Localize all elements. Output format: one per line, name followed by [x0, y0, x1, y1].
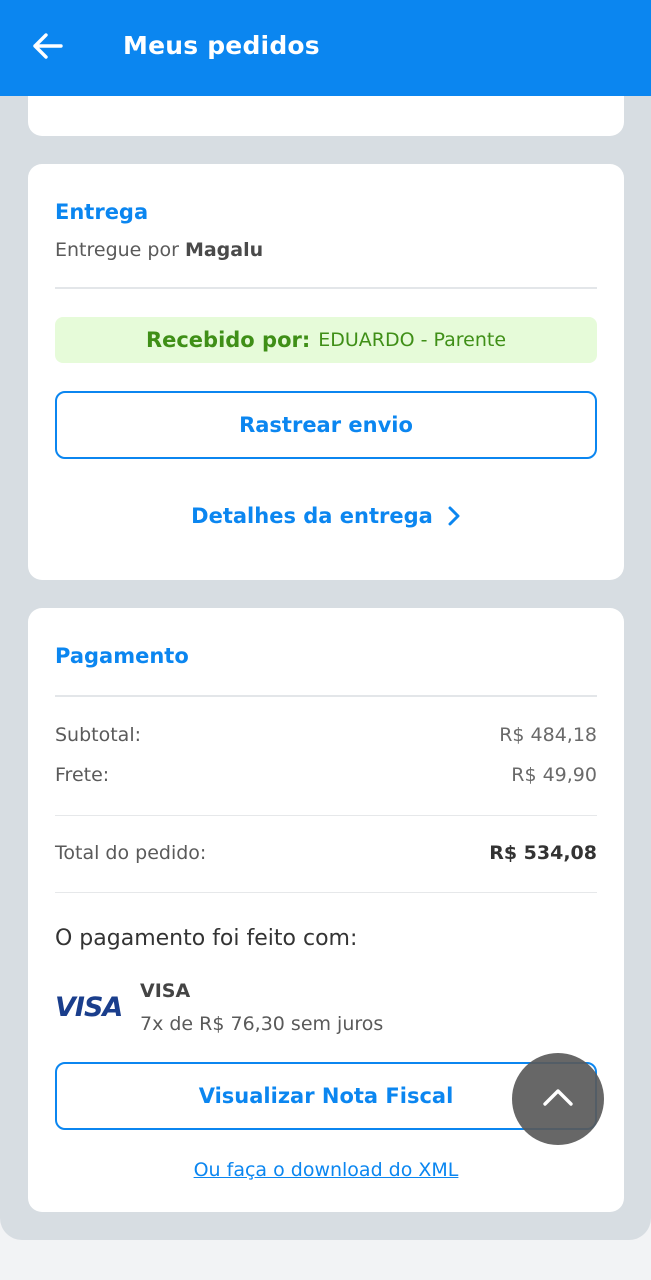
received-by-value: EDUARDO - Parente — [318, 329, 507, 351]
shipping-value: R$ 49,90 — [511, 764, 597, 786]
delivery-card: Entrega Entregue por Magalu Recebido por… — [28, 164, 624, 580]
divider — [55, 892, 597, 893]
app-bar: Meus pedidos — [0, 0, 651, 96]
order-details-screen: Meus pedidos Entrega Entregue por Magalu… — [0, 0, 651, 1280]
subtotal-row: Subtotal: R$ 484,18 — [55, 724, 597, 746]
delivery-details-link[interactable]: Detalhes da entrega — [28, 504, 624, 528]
chevron-up-icon — [541, 1086, 575, 1112]
total-label: Total do pedido: — [55, 842, 207, 864]
paid-with-heading: O pagamento foi feito com: — [55, 926, 358, 951]
view-invoice-label: Visualizar Nota Fiscal — [198, 1084, 454, 1108]
page-title: Meus pedidos — [123, 31, 320, 60]
track-shipment-label: Rastrear envio — [239, 413, 413, 437]
subtotal-label: Subtotal: — [55, 724, 142, 746]
shipping-label: Frete: — [55, 764, 110, 786]
divider — [55, 287, 597, 289]
installments-text: 7x de R$ 76,30 sem juros — [140, 1013, 384, 1035]
payment-title: Pagamento — [55, 644, 189, 668]
track-shipment-button[interactable]: Rastrear envio — [55, 391, 597, 459]
subtotal-value: R$ 484,18 — [499, 724, 597, 746]
arrow-left-icon — [33, 33, 63, 63]
delivery-details-label: Detalhes da entrega — [191, 504, 433, 528]
delivery-title: Entrega — [55, 200, 149, 224]
total-row: Total do pedido: R$ 534,08 — [55, 842, 597, 864]
chevron-right-icon — [447, 505, 461, 527]
divider — [55, 815, 597, 816]
back-button[interactable] — [28, 28, 68, 68]
shipping-row: Frete: R$ 49,90 — [55, 764, 597, 786]
scroll-to-top-button[interactable] — [512, 1053, 604, 1145]
download-xml-link[interactable]: Ou faça o download do XML — [28, 1159, 624, 1181]
total-value: R$ 534,08 — [489, 842, 597, 864]
delivered-by: Entregue por Magalu — [55, 239, 263, 261]
delivered-by-prefix: Entregue por — [55, 239, 185, 261]
received-by-badge: Recebido por: EDUARDO - Parente — [55, 317, 597, 363]
visa-logo: VISA — [55, 992, 123, 1023]
card-brand: VISA — [140, 980, 191, 1002]
delivered-by-name: Magalu — [184, 239, 264, 261]
received-by-label: Recebido por: — [145, 328, 311, 352]
divider — [55, 695, 597, 697]
